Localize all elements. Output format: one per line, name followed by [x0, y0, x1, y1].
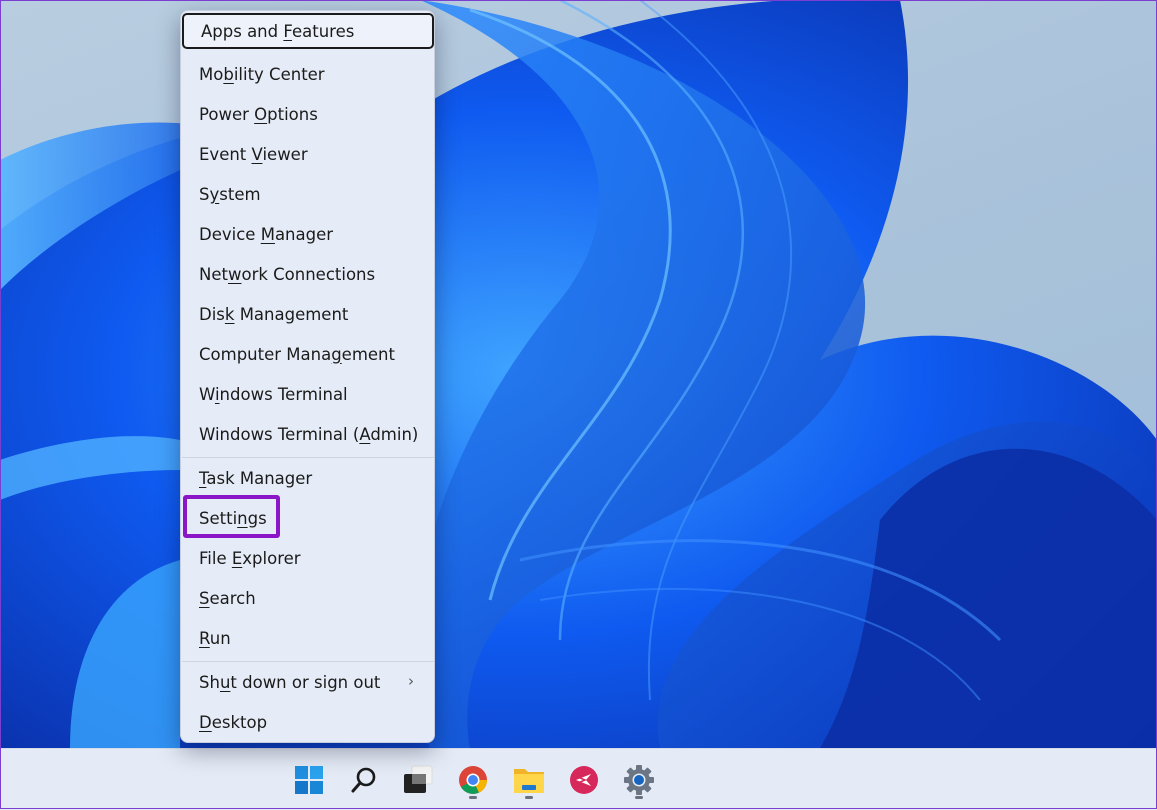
menu-item-label: Mobility Center [199, 64, 325, 84]
menu-item-system[interactable]: System [181, 175, 434, 213]
menu-item-label: Windows Terminal (Admin) [199, 424, 419, 444]
menu-item-windows-terminal[interactable]: Windows Terminal [181, 375, 434, 413]
taskbar [0, 748, 1157, 810]
menu-item-label: Apps and Features [201, 21, 355, 41]
menu-item-desktop[interactable]: Desktop [181, 703, 434, 741]
gear-icon [624, 765, 654, 795]
menu-item-run[interactable]: Run [181, 619, 434, 657]
menu-separator [182, 661, 434, 662]
menu-item-disk-management[interactable]: Disk Management [181, 295, 434, 333]
taskbar-settings-button[interactable] [622, 763, 656, 797]
menu-separator [182, 457, 434, 458]
menu-item-label: Task Manager [199, 468, 313, 488]
taskbar-chrome-button[interactable] [456, 763, 490, 797]
settings-running-indicator [635, 796, 643, 799]
menu-item-power-options[interactable]: Power Options [181, 95, 434, 133]
menu-item-label: Network Connections [199, 264, 376, 284]
search-icon [351, 767, 376, 793]
menu-item-event-viewer[interactable]: Event Viewer [181, 135, 434, 173]
chevron-right-icon: › [408, 672, 414, 690]
power-user-context-menu: Apps and Features Mobility Center Power Op… [180, 10, 435, 743]
menu-item-label: Shut down or sign out [199, 672, 381, 692]
menu-item-computer-management[interactable]: Computer Management [181, 335, 434, 373]
menu-item-label: Disk Management [199, 304, 349, 324]
menu-item-label: Power Options [199, 104, 318, 124]
settings-annotation-highlight [183, 495, 280, 538]
folder-icon [514, 769, 544, 793]
file-explorer-running-indicator [525, 796, 533, 799]
task-view-icon [404, 765, 433, 793]
menu-item-label: Computer Management [199, 344, 395, 364]
menu-item-label: Event Viewer [199, 144, 308, 164]
menu-item-label: Device Manager [199, 224, 334, 244]
menu-item-label: Desktop [199, 712, 268, 732]
menu-item-mobility-center[interactable]: Mobility Center [181, 55, 434, 93]
menu-item-shut-down-or-sign-out[interactable]: Shut down or sign out › [181, 663, 434, 701]
menu-item-file-explorer[interactable]: File Explorer [181, 539, 434, 577]
menu-item-task-manager[interactable]: Task Manager [181, 459, 434, 497]
menu-item-label: File Explorer [199, 548, 301, 568]
menu-item-label: System [199, 184, 261, 204]
menu-item-windows-terminal-admin[interactable]: Windows Terminal (Admin) [181, 415, 434, 453]
menu-item-label: Search [199, 588, 256, 608]
menu-item-device-manager[interactable]: Device Manager [181, 215, 434, 253]
taskbar-start-button[interactable] [292, 763, 326, 797]
taskbar-app-button[interactable] [567, 763, 601, 797]
chrome-icon [459, 766, 487, 794]
menu-item-search[interactable]: Search [181, 579, 434, 617]
menu-item-label: Windows Terminal [199, 384, 348, 404]
menu-item-apps-and-features[interactable]: Apps and Features [182, 13, 434, 49]
menu-item-network-connections[interactable]: Network Connections [181, 255, 434, 293]
red-bird-app-icon [570, 766, 598, 794]
taskbar-file-explorer-button[interactable] [512, 763, 546, 797]
chrome-running-indicator [469, 796, 477, 799]
desktop-wallpaper [0, 0, 1157, 748]
taskbar-task-view-button[interactable] [401, 763, 435, 797]
bloom-wallpaper [0, 0, 1157, 748]
menu-item-label: Run [199, 628, 231, 648]
taskbar-search-button[interactable] [347, 763, 381, 797]
windows-start-icon [295, 766, 323, 794]
